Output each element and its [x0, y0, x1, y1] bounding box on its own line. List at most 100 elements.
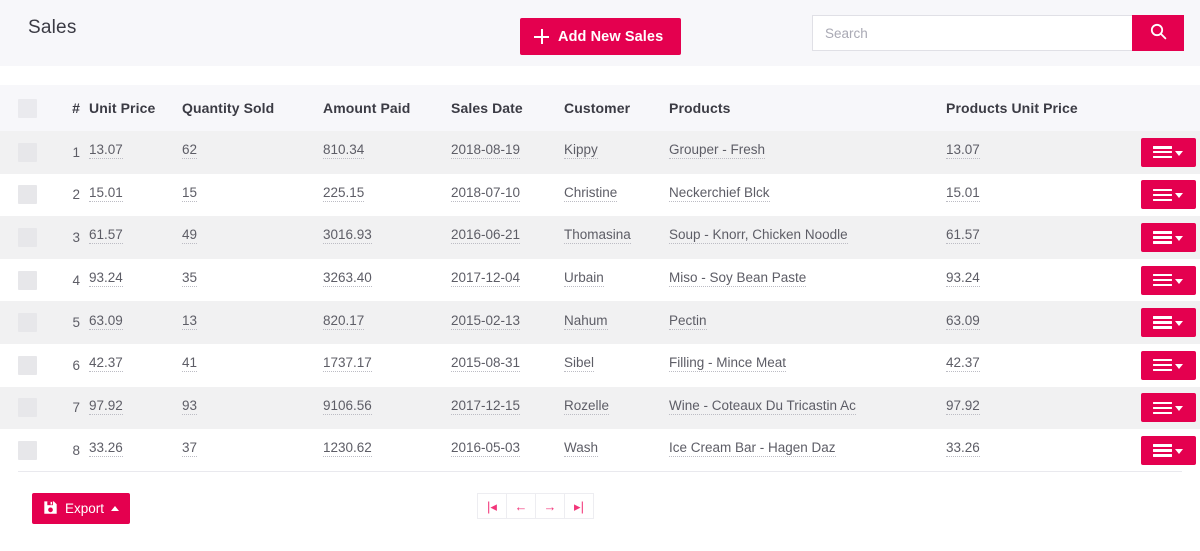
editable-customer[interactable]: Urbain [564, 270, 604, 288]
editable-products-unit-price[interactable]: 97.92 [946, 398, 980, 415]
editable-customer[interactable]: Christine [564, 185, 618, 202]
row-select-checkbox[interactable] [18, 270, 37, 290]
table-bottom-divider [18, 471, 1182, 472]
cell-customer: Christine [564, 173, 669, 217]
editable-unit-price[interactable]: 33.26 [89, 440, 123, 458]
header-products-unit-price[interactable]: Products Unit Price [946, 85, 1136, 131]
row-select-checkbox[interactable] [18, 440, 37, 460]
editable-products-unit-price[interactable]: 33.26 [946, 440, 980, 458]
editable-products-unit-price[interactable]: 61.57 [946, 227, 980, 245]
row-select-checkbox[interactable] [18, 355, 37, 375]
row-select-checkbox[interactable] [18, 227, 37, 247]
row-actions-button[interactable] [1140, 265, 1196, 295]
editable-products[interactable]: Pectin [669, 313, 707, 330]
row-actions-button[interactable] [1140, 180, 1196, 210]
editable-products[interactable]: Grouper - Fresh [669, 142, 766, 160]
row-select-checkbox[interactable] [18, 142, 37, 162]
header-products[interactable]: Products [669, 85, 946, 131]
pagination-first-button[interactable]: |◂ [477, 493, 507, 519]
editable-amount-paid[interactable]: 3016.93 [323, 227, 372, 245]
editable-customer[interactable]: Nahum [564, 313, 608, 330]
editable-customer[interactable]: Wash [564, 440, 599, 458]
editable-products-unit-price[interactable]: 13.07 [946, 142, 980, 160]
editable-amount-paid[interactable]: 225.15 [323, 185, 365, 202]
cell-actions [1136, 301, 1200, 344]
export-label: Export [65, 501, 105, 516]
editable-unit-price[interactable]: 93.24 [89, 270, 123, 288]
editable-customer[interactable]: Thomasina [564, 227, 631, 245]
editable-unit-price[interactable]: 42.37 [89, 355, 123, 373]
pagination-next-button[interactable]: → [535, 493, 565, 519]
editable-quantity-sold[interactable]: 13 [182, 313, 198, 330]
editable-sales-date[interactable]: 2015-08-31 [451, 355, 521, 373]
header-unit-price[interactable]: Unit Price [80, 85, 182, 131]
editable-unit-price[interactable]: 61.57 [89, 227, 123, 245]
editable-sales-date[interactable]: 2015-02-13 [451, 313, 521, 330]
editable-amount-paid[interactable]: 1737.17 [323, 355, 372, 373]
editable-sales-date[interactable]: 2017-12-15 [451, 398, 521, 415]
pagination-last-button[interactable]: ▸| [564, 493, 594, 519]
editable-products-unit-price[interactable]: 93.24 [946, 270, 980, 288]
editable-sales-date[interactable]: 2017-12-04 [451, 270, 521, 288]
cell-products: Pectin [669, 301, 946, 344]
editable-products-unit-price[interactable]: 42.37 [946, 355, 980, 373]
header-row-number[interactable]: # [56, 85, 80, 131]
editable-sales-date[interactable]: 2018-08-19 [451, 142, 521, 160]
row-actions-button[interactable] [1140, 350, 1196, 380]
editable-products[interactable]: Filling - Mince Meat [669, 355, 787, 373]
editable-amount-paid[interactable]: 820.17 [323, 313, 365, 330]
add-new-sales-button[interactable]: Add New Sales [520, 18, 682, 55]
row-select-checkbox[interactable] [18, 185, 37, 205]
row-actions-button[interactable] [1140, 435, 1196, 465]
cell-products-unit-price: 15.01 [946, 173, 1136, 217]
editable-unit-price[interactable]: 97.92 [89, 398, 123, 415]
editable-products-unit-price[interactable]: 15.01 [946, 185, 980, 202]
editable-amount-paid[interactable]: 3263.40 [323, 270, 372, 288]
editable-products[interactable]: Neckerchief Blck [669, 185, 770, 202]
editable-customer[interactable]: Rozelle [564, 398, 610, 415]
row-actions-button[interactable] [1140, 308, 1196, 338]
editable-quantity-sold[interactable]: 15 [182, 185, 198, 202]
row-actions-button[interactable] [1140, 393, 1196, 423]
editable-products[interactable]: Wine - Coteaux Du Tricastin Ac [669, 398, 856, 415]
editable-products[interactable]: Miso - Soy Bean Paste [669, 270, 807, 288]
header-amount-paid[interactable]: Amount Paid [323, 85, 451, 131]
row-select-checkbox[interactable] [18, 398, 37, 418]
editable-sales-date[interactable]: 2016-05-03 [451, 440, 521, 458]
editable-products-unit-price[interactable]: 63.09 [946, 313, 980, 330]
row-actions-button[interactable] [1140, 137, 1196, 167]
editable-products[interactable]: Ice Cream Bar - Hagen Daz [669, 440, 836, 458]
editable-customer[interactable]: Kippy [564, 142, 598, 160]
cell-sales-date: 2018-07-10 [451, 173, 564, 217]
editable-quantity-sold[interactable]: 37 [182, 440, 198, 458]
editable-customer[interactable]: Sibel [564, 355, 595, 373]
editable-quantity-sold[interactable]: 35 [182, 270, 198, 288]
row-select-checkbox[interactable] [18, 313, 37, 333]
editable-amount-paid[interactable]: 9106.56 [323, 398, 372, 415]
search-button[interactable] [1132, 15, 1184, 51]
editable-unit-price[interactable]: 15.01 [89, 185, 123, 202]
select-all-checkbox[interactable] [18, 98, 37, 118]
cell-amount-paid: 1737.17 [323, 343, 451, 387]
editable-sales-date[interactable]: 2016-06-21 [451, 227, 521, 245]
editable-quantity-sold[interactable]: 62 [182, 142, 198, 160]
caret-down-icon [1175, 321, 1183, 327]
header-customer[interactable]: Customer [564, 85, 669, 131]
editable-sales-date[interactable]: 2018-07-10 [451, 185, 521, 202]
editable-amount-paid[interactable]: 810.34 [323, 142, 365, 160]
row-actions-button[interactable] [1140, 222, 1196, 252]
editable-unit-price[interactable]: 13.07 [89, 142, 123, 160]
editable-amount-paid[interactable]: 1230.62 [323, 440, 372, 458]
export-button[interactable]: Export [32, 493, 131, 524]
editable-unit-price[interactable]: 63.09 [89, 313, 123, 330]
search-input[interactable] [812, 15, 1132, 51]
editable-quantity-sold[interactable]: 41 [182, 355, 198, 373]
editable-quantity-sold[interactable]: 93 [182, 398, 198, 415]
row-select-cell [0, 258, 56, 302]
cell-quantity-sold: 49 [182, 216, 323, 259]
header-quantity-sold[interactable]: Quantity Sold [182, 85, 323, 131]
header-sales-date[interactable]: Sales Date [451, 85, 564, 131]
editable-products[interactable]: Soup - Knorr, Chicken Noodle [669, 227, 848, 245]
editable-quantity-sold[interactable]: 49 [182, 227, 198, 245]
pagination-prev-button[interactable]: ← [506, 493, 536, 519]
